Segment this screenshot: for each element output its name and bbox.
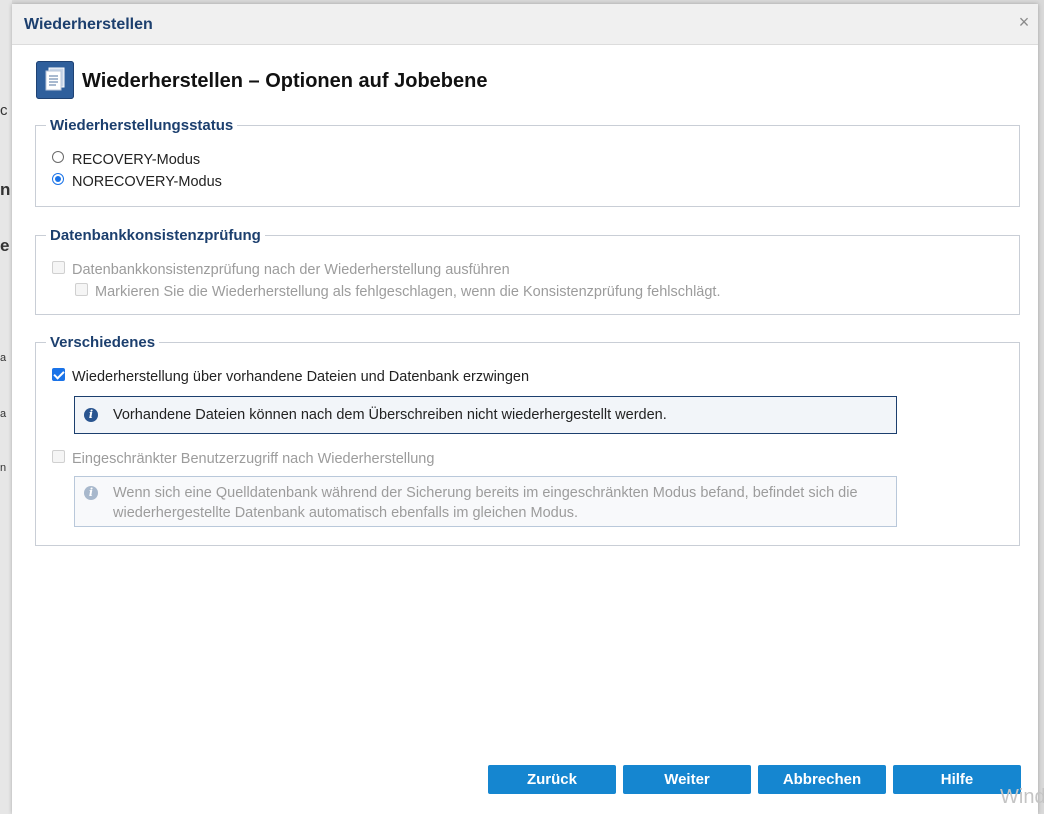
run-consistency-check-checkbox[interactable] — [52, 261, 65, 274]
back-button[interactable]: Zurück — [488, 765, 616, 794]
restore-document-icon — [36, 61, 74, 99]
windows-watermark: Wind — [1000, 786, 1044, 808]
force-restore-checkbox[interactable] — [52, 368, 65, 381]
background-text: a — [0, 352, 7, 364]
recovery-mode-label[interactable]: RECOVERY-Modus — [72, 152, 200, 168]
consistency-check-legend: Datenbankkonsistenzprüfung — [50, 227, 261, 244]
restricted-access-label: Eingeschränkter Benutzerzugriff nach Wie… — [72, 451, 435, 467]
restricted-access-info-line2: wiederhergestellte Datenbank automatisch… — [113, 505, 579, 521]
close-icon[interactable]: × — [1014, 12, 1034, 32]
background-text: c — [0, 102, 8, 119]
mark-failed-checkbox[interactable] — [75, 283, 88, 296]
cancel-button[interactable]: Abbrechen — [758, 765, 886, 794]
dialog-titlebar[interactable]: Wiederherstellen × — [12, 4, 1038, 45]
page-title: Wiederherstellen – Optionen auf Jobebene — [82, 70, 488, 92]
norecovery-mode-label[interactable]: NORECOVERY-Modus — [72, 174, 222, 190]
mark-failed-label: Markieren Sie die Wiederherstellung als … — [95, 284, 721, 300]
force-restore-info-text: Vorhandene Dateien können nach dem Übers… — [113, 407, 667, 423]
info-icon: i — [84, 408, 98, 422]
info-icon: i — [84, 486, 98, 500]
restricted-access-checkbox[interactable] — [52, 450, 65, 463]
restricted-access-info-line1: Wenn sich eine Quelldatenbank während de… — [113, 485, 858, 501]
background-panel — [0, 0, 12, 814]
force-restore-info-box: i Vorhandene Dateien können nach dem Übe… — [74, 396, 897, 434]
background-text: n — [0, 180, 11, 199]
run-consistency-check-label: Datenbankkonsistenzprüfung nach der Wied… — [72, 262, 510, 278]
background-text: e — [0, 236, 10, 255]
restricted-access-info-box: i Wenn sich eine Quelldatenbank während … — [74, 476, 897, 527]
background-text: n — [0, 462, 7, 474]
norecovery-mode-radio[interactable] — [52, 173, 64, 185]
force-restore-label[interactable]: Wiederherstellung über vorhandene Dateie… — [72, 369, 529, 385]
recovery-mode-radio[interactable] — [52, 151, 64, 163]
next-button[interactable]: Weiter — [623, 765, 751, 794]
background-text: a — [0, 408, 7, 420]
recovery-status-legend: Wiederherstellungsstatus — [50, 117, 234, 134]
dialog-title: Wiederherstellen — [24, 16, 153, 33]
miscellaneous-legend: Verschiedenes — [50, 334, 156, 351]
restore-dialog: Wiederherstellen × Wiederherstellen – Op… — [12, 4, 1038, 814]
